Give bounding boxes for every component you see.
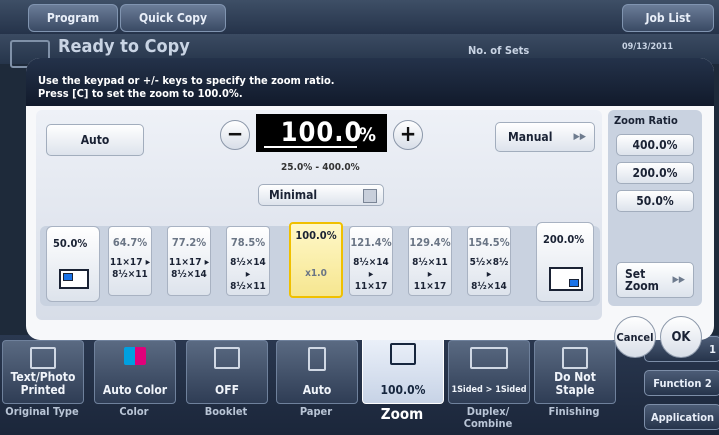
paper-icon [308, 347, 326, 371]
duplex-icon [470, 347, 508, 369]
function-value: Text/Photo Printed [10, 370, 76, 397]
text-photo-icon [30, 347, 56, 369]
function-value: 100.0% [380, 383, 426, 397]
zoom-unit: % [358, 124, 377, 146]
function-value: Auto [302, 383, 332, 397]
function-label: Original Type [5, 405, 79, 418]
function-label: Color [119, 405, 149, 418]
preset-value: 129.4% [409, 236, 451, 249]
manual-label: Manual [508, 130, 553, 144]
ratio-400-button[interactable]: 400.0% [616, 134, 694, 156]
function-label: Duplex/ Combine [463, 405, 513, 430]
manual-button[interactable]: Manual ▶▶ [495, 122, 595, 152]
ratio-50-button[interactable]: 50.0% [616, 190, 694, 212]
preset-size: 8½×14 ▸ 11×17 [353, 257, 389, 292]
preset-size: 5½×8½ ▸ 8½×14 [469, 257, 509, 292]
instruction-line-1: Use the keypad or +/- keys to specify th… [38, 74, 335, 87]
ok-button[interactable]: OK [660, 316, 702, 358]
preset-size: 8½×11 ▸ 11×17 [412, 257, 448, 292]
color-icon [124, 347, 146, 365]
preset-value: 77.2% [171, 236, 207, 249]
function-label: Zoom [380, 405, 424, 423]
function-paper[interactable]: Auto [276, 340, 358, 404]
instruction-line-2: Press [C] to set the zoom to 100.0%. [38, 87, 243, 100]
application-button[interactable]: Application [644, 404, 719, 430]
preset-value: 121.4% [350, 236, 392, 249]
zoom-display: 100.0 % [256, 114, 387, 152]
preset-value: 64.7% [112, 236, 148, 249]
function-value: Auto Color [102, 383, 168, 397]
double-arrow-icon: ▶▶ [573, 132, 586, 142]
function-label: Booklet [204, 405, 248, 418]
function-2-button[interactable]: Function 2 [644, 370, 719, 396]
reduce-icon-inner [63, 273, 73, 281]
preset-size: 11×17 ▸ 8½×11 [109, 257, 151, 280]
minus-button[interactable]: − [220, 120, 250, 150]
minimal-button[interactable]: Minimal [258, 184, 384, 206]
preset-64-7[interactable]: 64.7% 11×17 ▸ 8½×11 [108, 226, 152, 296]
preset-200[interactable]: 200.0% [536, 222, 594, 302]
set-zoom-label: Set Zoom [625, 267, 659, 293]
preset-78-5[interactable]: 78.5% 8½×14 ▸ 8½×11 [226, 226, 270, 296]
function-label: Paper [299, 405, 333, 418]
preset-value: 154.5% [468, 236, 510, 249]
function-original-type[interactable]: Text/Photo Printed [2, 340, 84, 404]
auto-button[interactable]: Auto [46, 124, 144, 156]
preset-value: 100.0% [295, 229, 337, 242]
quick-copy-tab[interactable]: Quick Copy [120, 4, 226, 32]
preset-value: 200.0% [543, 233, 585, 246]
preset-129-4[interactable]: 129.4% 8½×11 ▸ 11×17 [408, 226, 452, 296]
zoom-value: 100.0 [280, 117, 363, 148]
double-arrow-icon: ▶▶ [672, 275, 685, 285]
zoom-icon [390, 343, 416, 365]
side-partial-label: 1 [709, 342, 716, 356]
function-booklet[interactable]: OFF [186, 340, 268, 404]
reduce-icon [59, 269, 89, 289]
function-duplex[interactable]: 1Sided > 1Sided [448, 340, 530, 404]
enlarge-icon-inner [569, 279, 579, 287]
plus-button[interactable]: + [393, 120, 423, 150]
minimal-checkbox [363, 189, 377, 203]
preset-value: 50.0% [53, 237, 88, 250]
preset-77-2[interactable]: 77.2% 11×17 ▸ 8½×14 [167, 226, 211, 296]
preset-size: 11×17 ▸ 8½×14 [168, 257, 210, 280]
function-value: OFF [215, 383, 239, 397]
function-label: Finishing [548, 405, 600, 418]
zoom-ratio-title: Zoom Ratio [614, 114, 678, 127]
zoom-range: 25.0% - 400.0% [281, 162, 360, 173]
function-color[interactable]: Auto Color [94, 340, 176, 404]
zoom-dialog: Use the keypad or +/- keys to specify th… [26, 58, 714, 340]
function-value: Do Not Staple [554, 370, 596, 397]
preset-50[interactable]: 50.0% [46, 226, 100, 302]
function-value: 1Sided > 1Sided [451, 385, 527, 395]
date-display: 09/13/2011 [622, 42, 673, 52]
preset-100[interactable]: 100.0% x1.0 [289, 222, 343, 298]
cancel-button[interactable]: Cancel [614, 316, 656, 358]
zoom-underline [264, 146, 357, 148]
set-zoom-button[interactable]: Set Zoom ▶▶ [616, 262, 694, 298]
preset-154-5[interactable]: 154.5% 5½×8½ ▸ 8½×14 [467, 226, 511, 296]
program-tab[interactable]: Program [28, 4, 118, 32]
job-list-button[interactable]: Job List [622, 4, 714, 32]
booklet-icon [214, 347, 240, 369]
sets-label: No. of Sets [468, 44, 530, 57]
function-zoom[interactable]: 100.0% [362, 332, 444, 404]
preset-size: 8½×14 ▸ 8½×11 [230, 257, 266, 292]
minimal-label: Minimal [269, 188, 318, 202]
function-finishing[interactable]: Do Not Staple [534, 340, 616, 404]
staple-icon [562, 347, 588, 369]
ratio-200-button[interactable]: 200.0% [616, 162, 694, 184]
preset-size: x1.0 [305, 268, 327, 279]
preset-121-4[interactable]: 121.4% 8½×14 ▸ 11×17 [349, 226, 393, 296]
enlarge-icon [549, 267, 583, 291]
ready-status: Ready to Copy [58, 36, 190, 57]
preset-value: 78.5% [230, 236, 266, 249]
